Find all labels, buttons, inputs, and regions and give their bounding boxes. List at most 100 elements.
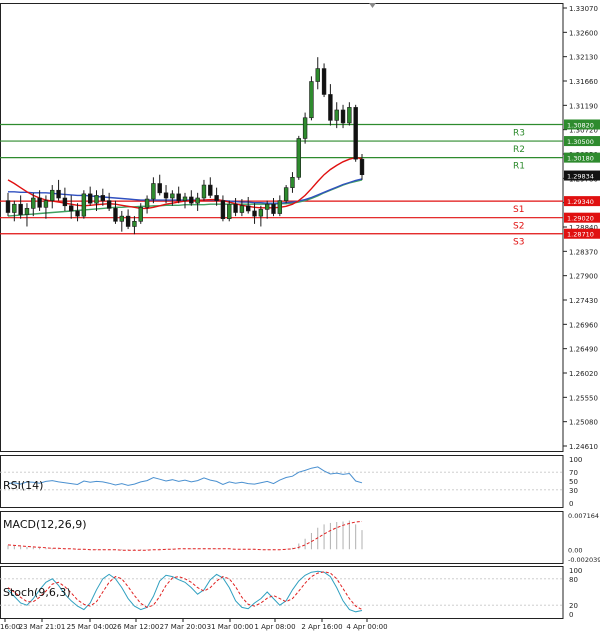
panel-frame-stoch [0, 566, 564, 619]
candle-bear [37, 197, 42, 208]
rsi-tick-label: 0 [569, 500, 573, 508]
candle-bull [94, 195, 99, 204]
candle-bull [296, 138, 301, 178]
candle-bear [220, 200, 226, 220]
candle-bull [309, 81, 314, 119]
level-name-s3: S3 [513, 238, 524, 248]
price-tick-label: 1.32130 [569, 54, 598, 62]
candle-bull [334, 109, 339, 121]
rsi-tick-label: 100 [569, 456, 582, 464]
candle-bull [264, 203, 270, 210]
candle-bull [258, 209, 264, 217]
candle-bull [24, 208, 30, 215]
candle-bear [5, 200, 11, 213]
price-tick-label: 1.25550 [569, 394, 598, 402]
candle-bull [132, 221, 137, 227]
price-tick-label: 1.32600 [569, 29, 598, 37]
rsi-panel: 100 705030 0 RSI(14) [0, 456, 582, 508]
macd-label: MACD(12,26,9) [3, 518, 87, 531]
time-tick-label: 31 Mar 00:00 [207, 623, 254, 631]
forex-chart: 1.330701.326001.321301.316601.311901.307… [0, 3, 600, 631]
candle-bear [176, 193, 181, 201]
candle-bear [125, 215, 131, 227]
stoch-label: Stoch(9,6,3) [3, 586, 71, 599]
level-name-s1: S1 [513, 205, 524, 215]
level-price-label-r3: 1.30820 [567, 121, 594, 129]
candle-bull [81, 193, 87, 217]
candle-bear [75, 210, 80, 217]
candle-bull [302, 117, 308, 139]
candle-bear [100, 195, 106, 201]
time-tick-label: 27 Mar 20:00 [160, 623, 207, 631]
candle-bear [18, 203, 23, 215]
candle-bear [56, 189, 61, 199]
rsi-tick-label: 50 [569, 478, 578, 486]
level-price-label-s1: 1.29340 [567, 198, 594, 206]
candle-bear [208, 184, 213, 196]
candle-bull [283, 187, 289, 201]
time-tick-label: 1 Apr 08:00 [254, 623, 295, 631]
candle-bull [170, 193, 175, 199]
panel-frame-main [0, 3, 564, 452]
candle-bull [12, 203, 17, 213]
level-name-s2: S2 [513, 222, 524, 232]
time-tick-label: 26 Mar 12:00 [113, 623, 160, 631]
price-tick-label: 1.26490 [569, 346, 598, 354]
candle-bear [340, 109, 346, 124]
candle-bear [163, 192, 169, 199]
candle-bear [62, 197, 68, 207]
stoch-tick-label: 80 [569, 576, 578, 584]
candle-bear [328, 94, 333, 121]
macd-panel: 0.007164 0.00 -0.002039 MACD(12,26,9) [3, 512, 600, 564]
price-tick-label: 1.31660 [569, 78, 598, 86]
rsi-tick-label: 30 [569, 487, 578, 495]
current-price-label: 1.29834 [567, 173, 594, 181]
candle-bull [277, 200, 283, 214]
price-tick-label: 1.33070 [569, 5, 598, 13]
rsi-tick-label: 70 [569, 469, 578, 477]
candle-bear [321, 68, 327, 95]
chart-shift-marker-icon [369, 3, 376, 8]
level-price-label-r1: 1.30180 [567, 155, 594, 163]
price-tick-label: 1.25080 [569, 419, 598, 427]
macd-tick-label: 0.007164 [568, 512, 599, 520]
candle-bear [353, 107, 358, 160]
price-tick-label: 1.24610 [569, 443, 598, 451]
price-tick-label: 1.31190 [569, 102, 598, 110]
rsi-label: RSI(14) [3, 479, 43, 492]
candle-bear [246, 205, 251, 212]
candle-bull [195, 197, 200, 204]
time-tick-label: 16:00 [0, 623, 20, 631]
candle-bear [69, 205, 74, 212]
time-tick-label: 4 Apr 00:00 [346, 623, 387, 631]
candle-bull [119, 215, 124, 222]
candle-bull [43, 200, 49, 208]
macd-tick-label: 0.00 [568, 546, 582, 554]
candle-bear [189, 196, 194, 204]
candle-bull [315, 68, 320, 82]
candle-bear [106, 200, 112, 209]
level-name-r1: R1 [513, 162, 525, 172]
level-name-r3: R3 [513, 128, 525, 138]
time-tick-label: 25 Mar 04:00 [67, 623, 114, 631]
candle-bull [151, 183, 156, 200]
price-tick-label: 1.26020 [569, 370, 598, 378]
candle-bull [50, 189, 55, 201]
candle-bull [347, 107, 352, 124]
candle-bear [271, 203, 276, 214]
candle-bear [113, 208, 118, 222]
candle-bull [290, 176, 295, 188]
level-price-label-r2: 1.30500 [567, 138, 594, 146]
macd-tick-label: -0.002039 [568, 556, 600, 564]
candle-bull [227, 203, 232, 220]
candle-bear [359, 158, 365, 176]
stoch-tick-label: 0 [569, 611, 573, 619]
stoch-tick-label: 100 [569, 567, 582, 575]
stoch-panel: 10080 200 Stoch(9,6,3) [0, 567, 582, 619]
candle-bull [182, 196, 188, 201]
candle-bull [138, 207, 143, 222]
candle-bear [214, 195, 219, 201]
time-tick-label: 23 Mar 21:01 [19, 623, 66, 631]
candle-bull [239, 205, 245, 213]
level-price-label-s3: 1.28710 [567, 231, 594, 239]
